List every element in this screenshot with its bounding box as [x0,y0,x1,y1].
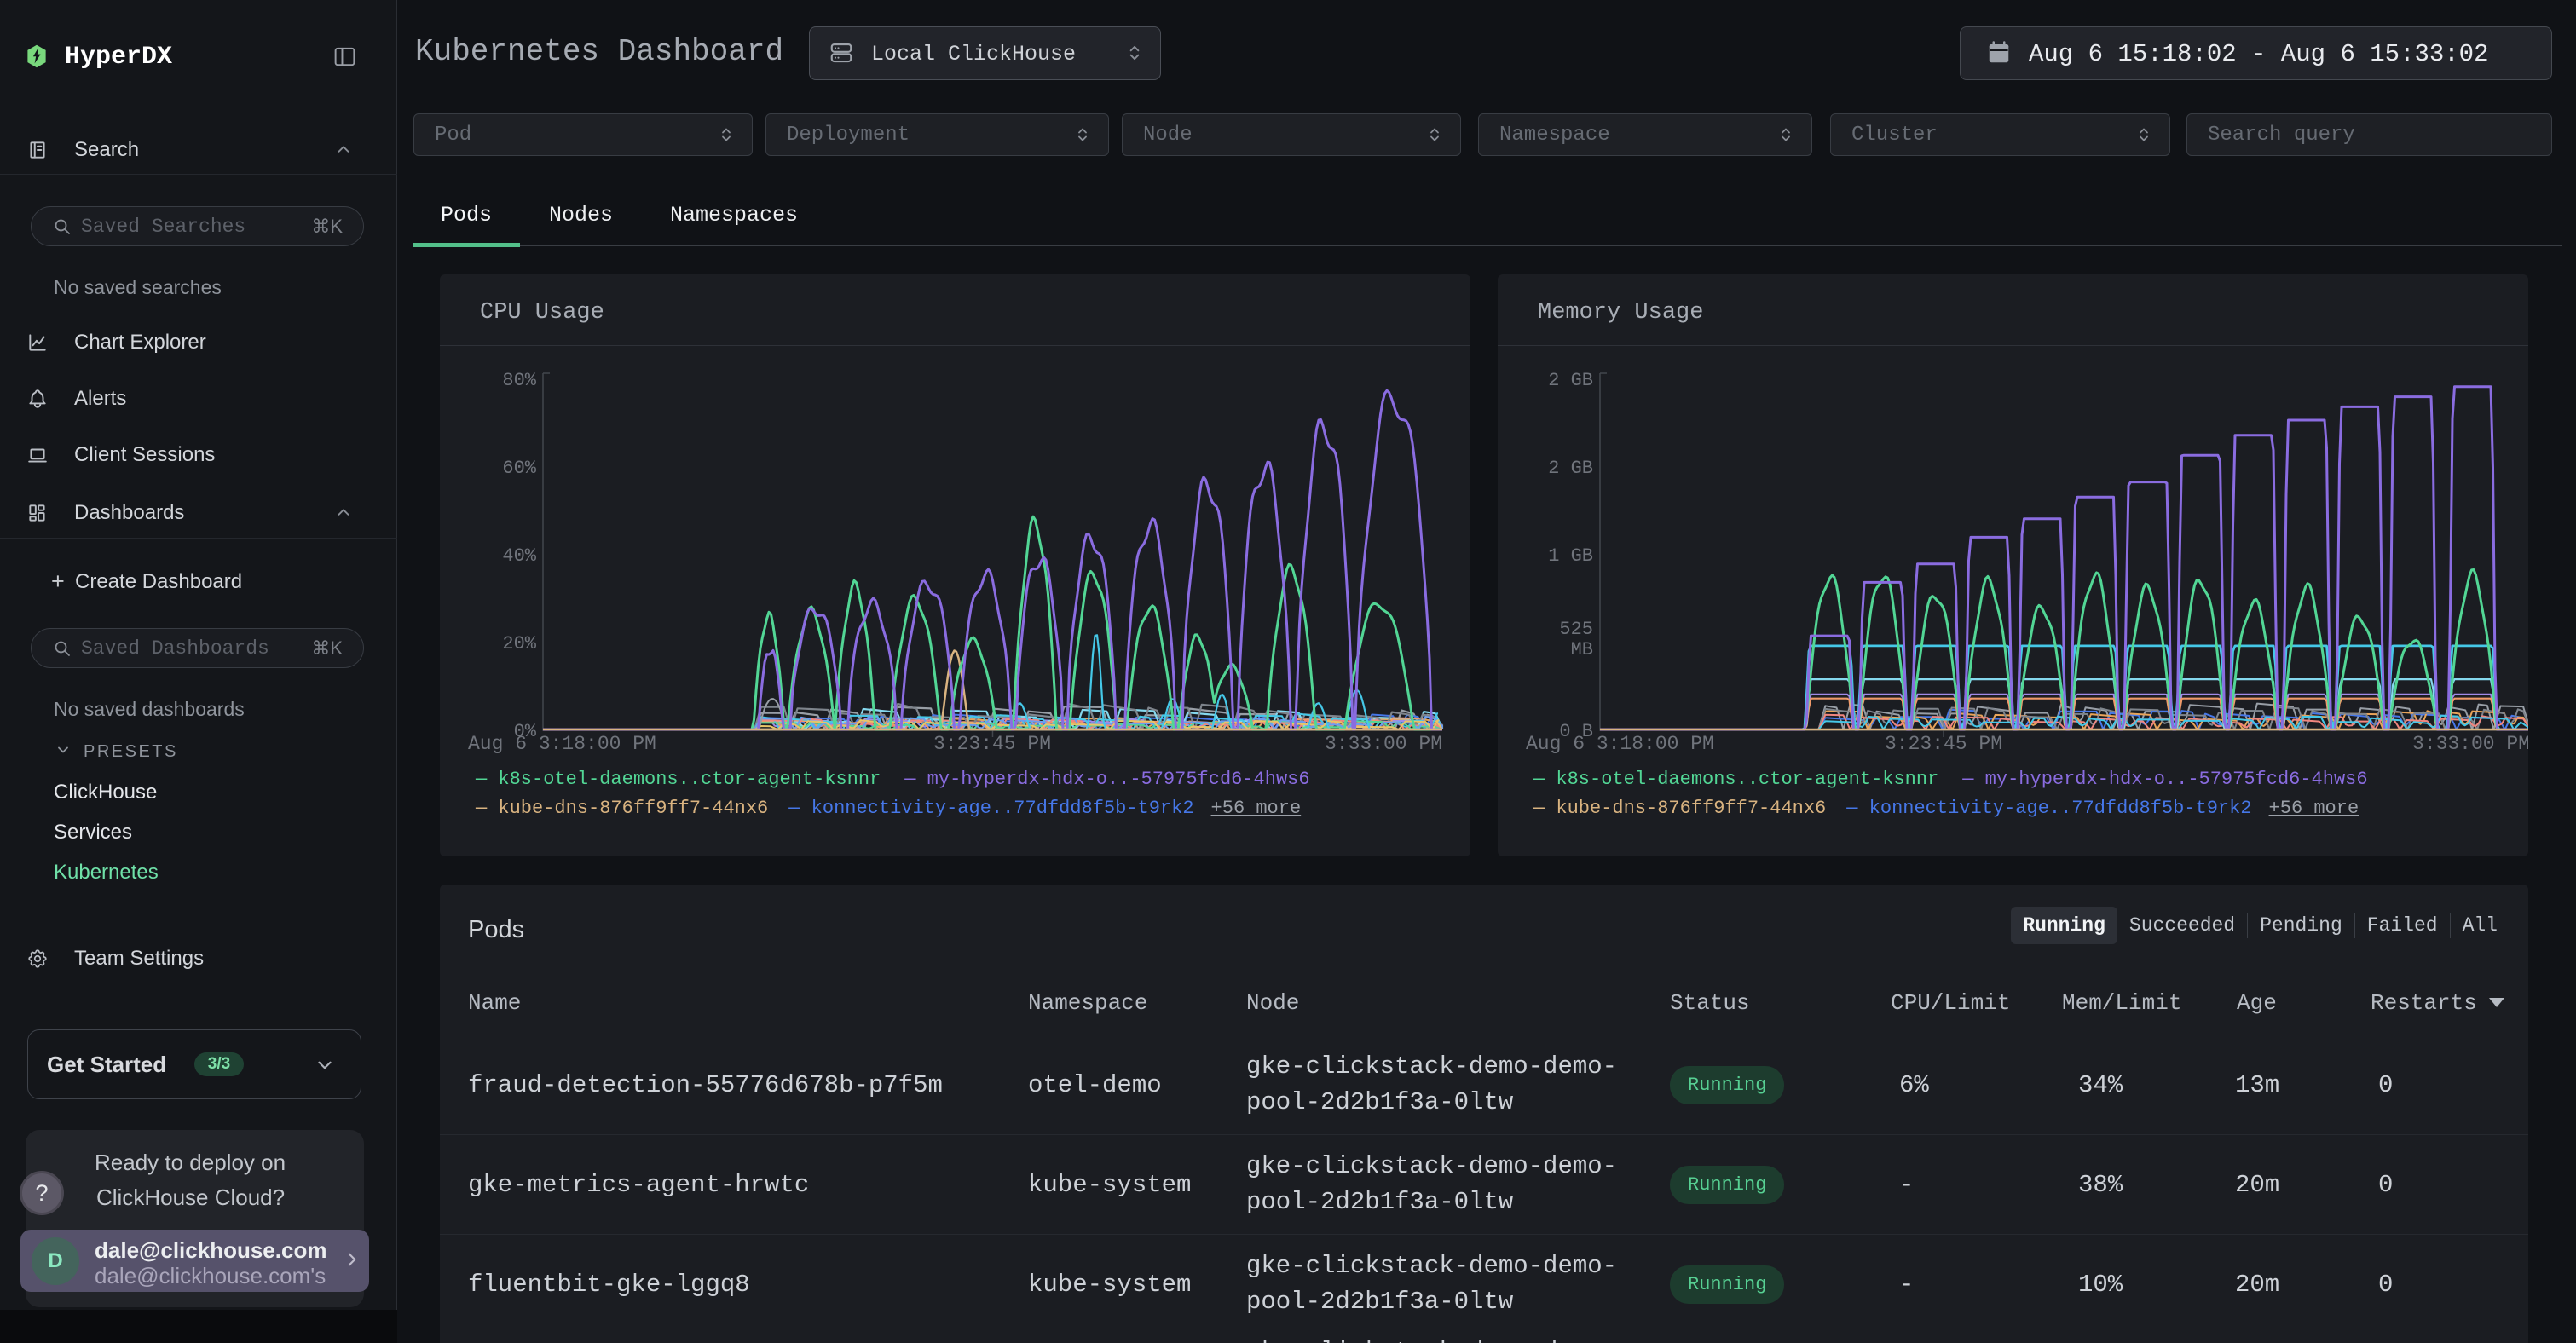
svg-text:Aug 6 3:18:00 PM: Aug 6 3:18:00 PM [1526,733,1714,755]
svg-text:3:33:00 PM: 3:33:00 PM [2412,733,2528,755]
svg-text:3:23:45 PM: 3:23:45 PM [933,733,1051,755]
svg-text:525: 525 [1559,619,1593,640]
svg-text:60%: 60% [502,458,536,479]
svg-text:1 GB: 1 GB [1548,545,1593,567]
svg-text:20%: 20% [502,633,536,654]
svg-text:80%: 80% [502,370,536,391]
svg-text:3:23:45 PM: 3:23:45 PM [1885,733,2002,755]
svg-text:2 GB: 2 GB [1548,370,1593,391]
svg-text:MB: MB [1571,639,1593,660]
svg-text:3:33:00 PM: 3:33:00 PM [1325,733,1442,755]
svg-text:Aug 6 3:18:00 PM: Aug 6 3:18:00 PM [468,733,656,755]
svg-text:40%: 40% [502,545,536,567]
svg-text:2 GB: 2 GB [1548,458,1593,479]
